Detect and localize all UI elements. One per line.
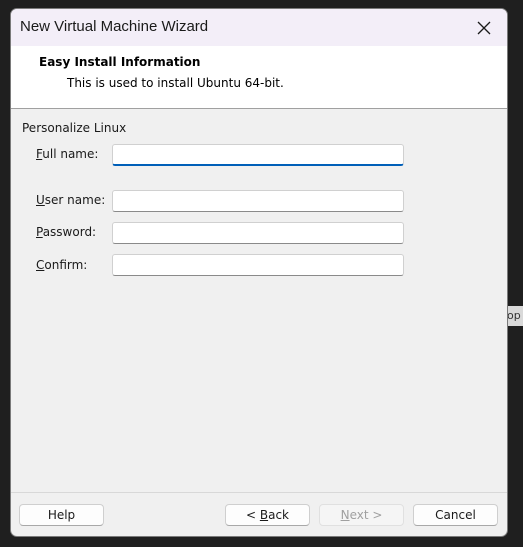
close-icon — [477, 21, 491, 34]
confirm-input[interactable] — [112, 254, 404, 276]
full-name-label: Full name: — [36, 147, 98, 161]
user-name-label: User name: — [36, 193, 105, 207]
background-text: op — [507, 309, 521, 322]
title-bar: New Virtual Machine Wizard — [11, 9, 507, 46]
mnemonic: P — [36, 225, 43, 239]
next-text: ext > — [349, 508, 383, 522]
confirm-label: Confirm: — [36, 258, 87, 272]
password-input[interactable] — [112, 222, 404, 244]
header-title: Easy Install Information — [39, 55, 201, 69]
close-button[interactable] — [461, 9, 507, 46]
cancel-button[interactable]: Cancel — [413, 504, 498, 526]
header-subtitle: This is used to install Ubuntu 64-bit. — [67, 76, 284, 90]
mnemonic: N — [340, 508, 350, 522]
password-label: Password: — [36, 225, 96, 239]
back-text: ack — [268, 508, 289, 522]
label-text: onfirm: — [44, 258, 88, 272]
mnemonic: U — [36, 193, 45, 207]
background-window-fragment: op — [507, 306, 523, 326]
help-button[interactable]: Help — [19, 504, 104, 526]
label-text: assword: — [42, 225, 97, 239]
wizard-footer: Help < Back Next > Cancel — [11, 492, 507, 536]
back-button[interactable]: < Back — [225, 504, 310, 526]
group-label: Personalize Linux — [22, 121, 127, 135]
next-button[interactable]: Next > — [319, 504, 404, 526]
label-text: ull name: — [42, 147, 99, 161]
full-name-input[interactable] — [112, 144, 404, 166]
user-name-input[interactable] — [112, 190, 404, 212]
mnemonic: B — [259, 508, 269, 522]
window-title: New Virtual Machine Wizard — [20, 18, 209, 35]
label-text: ser name: — [44, 193, 106, 207]
wizard-header: Easy Install Information This is used to… — [11, 46, 507, 109]
back-prefix: < — [245, 508, 260, 522]
wizard-window: New Virtual Machine Wizard Easy Install … — [10, 8, 508, 537]
